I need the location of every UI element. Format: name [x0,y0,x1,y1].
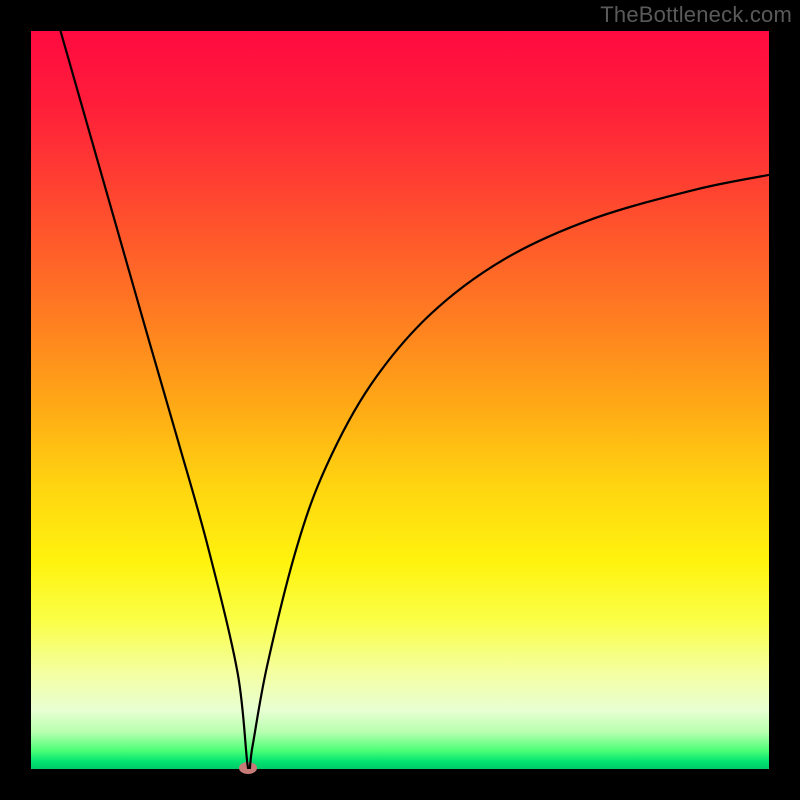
watermark-text: TheBottleneck.com [600,2,792,28]
curve-svg [31,31,769,769]
bottleneck-curve-path [61,31,769,769]
chart-container: TheBottleneck.com [0,0,800,800]
